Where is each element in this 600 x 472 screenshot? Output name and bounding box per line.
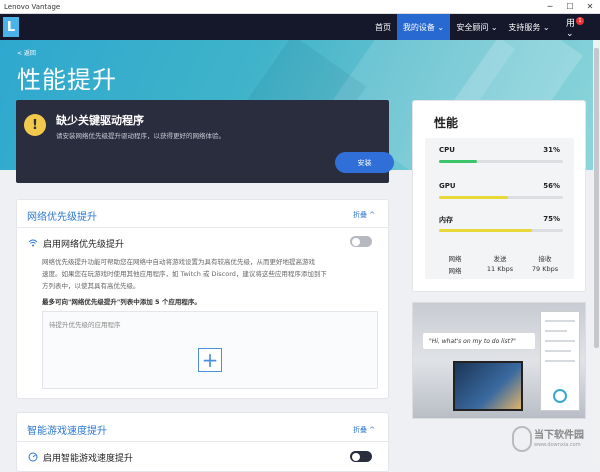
network-priority-collapse[interactable]: 折叠 ^ [353, 210, 375, 220]
game-speed-toggle-label: 启用智能游戏速度提升 [43, 454, 134, 464]
lenovo-logo[interactable]: L [3, 17, 19, 37]
net-value-network: 网络 [448, 267, 462, 275]
maximize-button[interactable]: ☐ [560, 0, 580, 14]
warning-icon: ! [24, 114, 46, 136]
back-link[interactable]: < 返回 [17, 48, 36, 57]
voice-ring-icon [553, 389, 567, 403]
alert-title: 缺少关键驱动程序 [56, 114, 144, 127]
watermark-logo-icon [512, 426, 532, 452]
monitor-image [453, 361, 523, 411]
wifi-icon [28, 239, 38, 247]
top-nav: L 首页 我的设备 ⌄ 安全顾问 ⌄ 支持服务 ⌄ 用 ⌄ 1 [0, 14, 600, 40]
alert-description: 请安装网络优先级提升驱动程序，以获得更好的网络体验。 [56, 132, 225, 140]
divider [16, 441, 389, 442]
network-priority-desc-3: 方列表中，以使其具有高优先级。 [42, 282, 140, 290]
window-title: Lenovo Vantage [4, 2, 61, 11]
net-header-network: 网络 [448, 255, 462, 263]
title-bar: Lenovo Vantage ─ ☐ ✕ [0, 0, 600, 14]
metric-value: 56% [543, 182, 560, 190]
net-header-receive: 接收 [538, 255, 552, 263]
net-value-receive: 79 Kbps [531, 265, 559, 273]
install-button[interactable]: 安装 [335, 152, 394, 173]
close-button[interactable]: ✕ [580, 0, 600, 14]
metric-value: 75% [543, 215, 560, 223]
game-speed-title: 智能游戏速度提升 [27, 426, 107, 437]
add-app-button[interactable]: + [198, 348, 222, 372]
game-speed-toggle[interactable] [350, 451, 372, 462]
divider [16, 227, 389, 228]
page-scrollbar[interactable] [593, 40, 600, 464]
priority-app-list: 待提升优先级的应用程序 + [42, 311, 378, 389]
game-speed-collapse[interactable]: 折叠 ^ [353, 425, 375, 435]
watermark-text: 当下软件园 [534, 430, 584, 441]
network-stats: 网络 发送 接收 网络 11 Kbps 79 Kbps [425, 246, 574, 279]
metric-name: 内存 [439, 216, 453, 224]
gpu-usage-bar [439, 196, 509, 199]
network-priority-desc-2: 速度。如果您在玩游戏时使用其他应用程序，如 Twitch 或 Discord，建… [42, 270, 327, 278]
watermark: 当下软件园 www.downxia.com [508, 420, 598, 464]
net-header-send: 发送 [493, 255, 507, 263]
missing-driver-alert: ! 缺少关键驱动程序 请安装网络优先级提升驱动程序，以获得更好的网络体验。 安装 [16, 100, 394, 183]
nav-support[interactable]: 支持服务 ⌄ [504, 14, 554, 40]
scrollbar-thumb[interactable] [594, 48, 599, 348]
notification-badge: 1 [576, 17, 584, 25]
metric-name: CPU [439, 146, 455, 154]
network-priority-toggle[interactable] [350, 236, 372, 247]
minimize-button[interactable]: ─ [540, 0, 560, 14]
metric-value: 31% [543, 146, 560, 154]
performance-title: 性能 [434, 116, 459, 130]
speedometer-icon [28, 452, 38, 462]
metric-name: GPU [439, 182, 456, 190]
page-title: 性能提升 [17, 66, 117, 94]
nav-home[interactable]: 首页 [368, 14, 398, 40]
net-value-send: 11 Kbps [486, 265, 514, 273]
nav-my-device[interactable]: 我的设备 ⌄ [397, 14, 450, 40]
cpu-metric: CPU 31% [425, 138, 574, 178]
network-priority-desc-1: 网络优先级提升功能可帮助您在网络中自动将游戏设置为具有较高优先级，从而更好地提高… [42, 258, 315, 266]
memory-metric: 内存 75% [425, 207, 574, 247]
app-list-placeholder: 待提升优先级的应用程序 [49, 321, 121, 329]
network-priority-note: 最多可向"网络优先级提升"列表中添加 5 个应用程序。 [42, 298, 201, 306]
voice-assistant-bubble: "Hi, what's on my to do list?" [423, 333, 535, 349]
nav-security-advisor[interactable]: 安全顾问 ⌄ [452, 14, 502, 40]
watermark-url: www.downxia.com [534, 442, 581, 448]
memory-usage-bar [439, 229, 532, 232]
network-priority-toggle-label: 启用网络优先级提升 [43, 240, 125, 250]
network-priority-title: 网络优先级提升 [27, 212, 97, 223]
cpu-usage-bar [439, 160, 478, 163]
promo-banner[interactable]: "Hi, what's on my to do list?" [412, 302, 586, 419]
